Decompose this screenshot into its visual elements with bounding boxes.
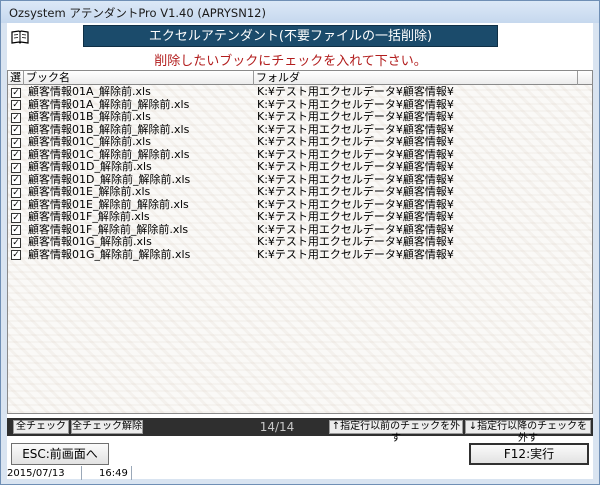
book-name-cell: 顧客情報01B_解除前_解除前.xls xyxy=(28,123,190,136)
book-name-cell: 顧客情報01A_解除前.xls xyxy=(28,86,151,98)
app-window: Ozsystem アテンダントPro V1.40 (APRYSN12) エクセル… xyxy=(0,0,600,485)
book-name-cell: 顧客情報01F_解除前.xls xyxy=(28,211,150,223)
table-row[interactable]: ✓ 顧客情報01A_解除前.xls K:¥テスト用エクセルデータ¥顧客情報¥ xyxy=(8,86,592,99)
table-row[interactable]: ✓ 顧客情報01F_解除前_解除前.xls K:¥テスト用エクセルデータ¥顧客情報¥ xyxy=(8,224,592,237)
book-name-cell: 顧客情報01B_解除前.xls xyxy=(28,111,151,123)
status-date: 2015/07/13 xyxy=(7,468,65,479)
folder-cell: K:¥テスト用エクセルデータ¥顧客情報¥ xyxy=(257,98,454,111)
grid-body: ✓ 顧客情報01A_解除前.xls K:¥テスト用エクセルデータ¥顧客情報¥ ✓ 顧客情… xyxy=(8,86,592,261)
status-time: 16:49 xyxy=(99,468,128,479)
row-checkbox[interactable]: ✓ xyxy=(11,87,21,98)
book-name-cell: 顧客情報01F_解除前_解除前.xls xyxy=(28,223,189,236)
folder-cell: K:¥テスト用エクセルデータ¥顧客情報¥ xyxy=(257,211,454,223)
folder-cell: K:¥テスト用エクセルデータ¥顧客情報¥ xyxy=(257,248,454,261)
instruction-text: 削除したいブックにチェックを入れて下さい。 xyxy=(154,54,427,69)
row-checkbox[interactable]: ✓ xyxy=(11,187,21,198)
table-row[interactable]: ✓ 顧客情報01E_解除前_解除前.xls K:¥テスト用エクセルデータ¥顧客情報¥ xyxy=(8,199,592,212)
book-name-cell: 顧客情報01E_解除前_解除前.xls xyxy=(28,198,189,211)
table-row[interactable]: ✓ 顧客情報01F_解除前.xls K:¥テスト用エクセルデータ¥顧客情報¥ xyxy=(8,211,592,224)
folder-cell: K:¥テスト用エクセルデータ¥顧客情報¥ xyxy=(257,136,454,148)
row-checkbox[interactable]: ✓ xyxy=(11,250,21,260)
uncheck-before-button[interactable]: ↑指定行以前のチェックを外す xyxy=(329,420,463,444)
row-checkbox[interactable]: ✓ xyxy=(11,200,21,210)
book-name-cell: 顧客情報01C_解除前.xls xyxy=(28,136,151,148)
row-checkbox[interactable]: ✓ xyxy=(11,225,21,235)
book-name-cell: 顧客情報01D_解除前_解除前.xls xyxy=(28,173,191,186)
table-row[interactable]: ✓ 顧客情報01D_解除前_解除前.xls K:¥テスト用エクセルデータ¥顧客情報¥ xyxy=(8,174,592,187)
folder-cell: K:¥テスト用エクセルデータ¥顧客情報¥ xyxy=(257,161,454,173)
table-row[interactable]: ✓ 顧客情報01G_解除前.xls K:¥テスト用エクセルデータ¥顧客情報¥ xyxy=(8,236,592,249)
grid-toolbar: 全チェック 全チェック解除 14/14 ↑指定行以前のチェックを外す ↓指定行以… xyxy=(7,418,593,444)
table-row[interactable]: ✓ 顧客情報01B_解除前.xls K:¥テスト用エクセルデータ¥顧客情報¥ xyxy=(8,111,592,124)
book-name-cell: 顧客情報01E_解除前.xls xyxy=(28,186,151,198)
row-checkbox[interactable]: ✓ xyxy=(11,175,21,185)
client-area: エクセルアテンダント(不要ファイルの一括削除) 削除したいブックにチェックを入れ… xyxy=(7,23,593,479)
folder-cell: K:¥テスト用エクセルデータ¥顧客情報¥ xyxy=(257,236,454,248)
folder-cell: K:¥テスト用エクセルデータ¥顧客情報¥ xyxy=(257,86,454,98)
row-checkbox[interactable]: ✓ xyxy=(11,137,21,148)
book-name-cell: 顧客情報01G_解除前.xls xyxy=(28,236,152,248)
table-row[interactable]: ✓ 顧客情報01A_解除前_解除前.xls K:¥テスト用エクセルデータ¥顧客情報¥ xyxy=(8,99,592,112)
folder-cell: K:¥テスト用エクセルデータ¥顧客情報¥ xyxy=(257,223,454,236)
folder-cell: K:¥テスト用エクセルデータ¥顧客情報¥ xyxy=(257,148,454,161)
column-folder[interactable]: フォルダ xyxy=(254,71,578,85)
table-row[interactable]: ✓ 顧客情報01B_解除前_解除前.xls K:¥テスト用エクセルデータ¥顧客情報¥ xyxy=(8,124,592,137)
folder-cell: K:¥テスト用エクセルデータ¥顧客情報¥ xyxy=(257,198,454,211)
column-select[interactable]: 選 xyxy=(8,71,24,85)
back-button[interactable]: ESC:前画面へ xyxy=(11,443,109,465)
book-name-cell: 顧客情報01G_解除前_解除前.xls xyxy=(28,248,191,261)
book-icon xyxy=(11,30,29,44)
folder-cell: K:¥テスト用エクセルデータ¥顧客情報¥ xyxy=(257,111,454,123)
page-title: エクセルアテンダント(不要ファイルの一括削除) xyxy=(83,25,498,47)
table-row[interactable]: ✓ 顧客情報01E_解除前.xls K:¥テスト用エクセルデータ¥顧客情報¥ xyxy=(8,186,592,199)
column-spacer xyxy=(578,71,592,85)
table-row[interactable]: ✓ 顧客情報01D_解除前.xls K:¥テスト用エクセルデータ¥顧客情報¥ xyxy=(8,161,592,174)
row-checkbox[interactable]: ✓ xyxy=(11,237,21,248)
book-grid: 選 ブック名 フォルダ ✓ 顧客情報01A_解除前.xls K:¥テスト用エクセルデ… xyxy=(7,70,593,414)
grid-header: 選 ブック名 フォルダ xyxy=(8,71,592,85)
folder-cell: K:¥テスト用エクセルデータ¥顧客情報¥ xyxy=(257,123,454,136)
folder-cell: K:¥テスト用エクセルデータ¥顧客情報¥ xyxy=(257,173,454,186)
table-row[interactable]: ✓ 顧客情報01C_解除前_解除前.xls K:¥テスト用エクセルデータ¥顧客情報¥ xyxy=(8,149,592,162)
book-name-cell: 顧客情報01C_解除前_解除前.xls xyxy=(28,148,190,161)
column-book-name[interactable]: ブック名 xyxy=(24,71,254,85)
table-row[interactable]: ✓ 顧客情報01G_解除前_解除前.xls K:¥テスト用エクセルデータ¥顧客情報¥ xyxy=(8,249,592,262)
book-name-cell: 顧客情報01A_解除前_解除前.xls xyxy=(28,98,190,111)
row-checkbox[interactable]: ✓ xyxy=(11,162,21,173)
status-divider xyxy=(81,466,82,480)
row-checkbox[interactable]: ✓ xyxy=(11,212,21,223)
execute-button[interactable]: F12:実行 xyxy=(469,443,589,465)
uncheck-after-button[interactable]: ↓指定行以降のチェックを外す xyxy=(465,420,591,444)
status-divider xyxy=(131,466,132,480)
folder-cell: K:¥テスト用エクセルデータ¥顧客情報¥ xyxy=(257,186,454,198)
check-all-button[interactable]: 全チェック xyxy=(13,420,69,434)
row-checkbox[interactable]: ✓ xyxy=(11,112,21,123)
window-title: Ozsystem アテンダントPro V1.40 (APRYSN12) xyxy=(1,1,599,23)
book-name-cell: 顧客情報01D_解除前.xls xyxy=(28,161,152,173)
row-checkbox[interactable]: ✓ xyxy=(11,150,21,160)
check-counter: 14/14 xyxy=(259,420,295,434)
row-checkbox[interactable]: ✓ xyxy=(11,125,21,135)
row-checkbox[interactable]: ✓ xyxy=(11,100,21,110)
table-row[interactable]: ✓ 顧客情報01C_解除前.xls K:¥テスト用エクセルデータ¥顧客情報¥ xyxy=(8,136,592,149)
uncheck-all-button[interactable]: 全チェック解除 xyxy=(71,420,143,434)
